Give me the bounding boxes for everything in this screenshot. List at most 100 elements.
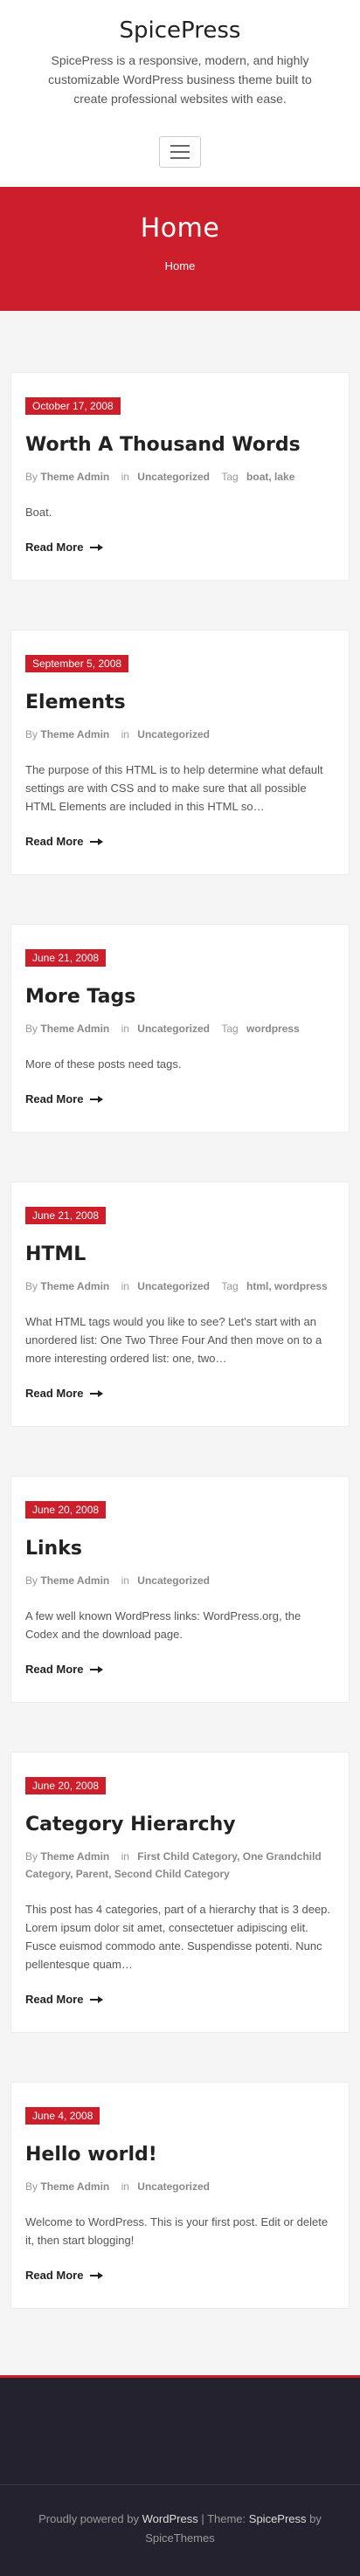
post-category-link[interactable]: Uncategorized [137, 728, 210, 740]
post-category-link[interactable]: Uncategorized [137, 1280, 210, 1292]
meta-in-label: in [121, 2180, 129, 2193]
read-more-link[interactable]: Read More [25, 835, 104, 848]
post-card: June 4, 2008 Hello world! By Theme Admin… [10, 2082, 350, 2309]
arrow-right-icon [90, 543, 104, 551]
post-card: June 20, 2008 Category Hierarchy By Them… [10, 1752, 350, 2033]
post-date[interactable]: June 20, 2008 [25, 1777, 107, 1794]
meta-in-label: in [121, 471, 129, 483]
read-more-link[interactable]: Read More [25, 1092, 104, 1105]
read-more-label: Read More [25, 1993, 84, 2006]
page-title: Home [140, 213, 220, 244]
arrow-right-icon [90, 2271, 104, 2279]
footer-author: SpiceThemes [145, 2531, 215, 2545]
meta-by-label: By [25, 1023, 38, 1035]
arrow-right-icon [90, 1389, 104, 1397]
footer-divider [0, 2484, 360, 2485]
post-card: June 20, 2008 Links By Theme Admin in Un… [10, 1476, 350, 1703]
meta-in-label: in [121, 1023, 129, 1035]
arrow-right-icon [90, 1995, 104, 2003]
meta-tag-label: Tag [221, 471, 239, 483]
page-banner: Home Home [0, 187, 360, 311]
meta-in-label: in [121, 728, 129, 740]
footer-prefix: Proudly powered by [38, 2512, 140, 2525]
post-card: September 5, 2008 Elements By Theme Admi… [10, 630, 350, 875]
post-meta: By Theme Admin in Uncategorized Tag html… [25, 1278, 335, 1295]
post-date[interactable]: June 21, 2008 [25, 949, 107, 967]
read-more-link[interactable]: Read More [25, 2269, 104, 2282]
post-meta: By Theme Admin in Uncategorized Tag boat… [25, 468, 335, 486]
post-excerpt: This post has 4 categories, part of a hi… [25, 1903, 331, 1971]
post-meta: By Theme Admin in Uncategorized [25, 2178, 335, 2195]
read-more-label: Read More [25, 541, 84, 554]
read-more-link[interactable]: Read More [25, 1993, 104, 2006]
meta-tag-label: Tag [221, 1023, 239, 1035]
post-title[interactable]: Worth A Thousand Words [25, 434, 335, 456]
post-author-link[interactable]: Theme Admin [40, 728, 109, 740]
post-meta: By Theme Admin in First Child Category, … [25, 1848, 335, 1883]
post-date[interactable]: June 4, 2008 [25, 2107, 100, 2125]
read-more-link[interactable]: Read More [25, 1387, 104, 1400]
post-list: October 17, 2008 Worth A Thousand Words … [0, 311, 360, 2375]
post-card: June 21, 2008 HTML By Theme Admin in Unc… [10, 1181, 350, 1427]
read-more-label: Read More [25, 2269, 84, 2282]
post-author-link[interactable]: Theme Admin [40, 1850, 109, 1863]
site-title[interactable]: SpicePress [17, 17, 343, 44]
read-more-label: Read More [25, 1387, 84, 1400]
post-title[interactable]: Hello world! [25, 2144, 335, 2166]
footer-theme-link[interactable]: SpicePress [249, 2512, 307, 2525]
read-more-label: Read More [25, 1092, 84, 1105]
meta-by-label: By [25, 728, 38, 740]
post-excerpt: More of these posts need tags. [25, 1057, 182, 1071]
meta-in-label: in [121, 1850, 129, 1863]
post-tags-link[interactable]: boat, lake [246, 471, 294, 483]
post-author-link[interactable]: Theme Admin [40, 1280, 109, 1292]
post-excerpt: A few well known WordPress links: WordPr… [25, 1609, 301, 1641]
post-tags-link[interactable]: html, wordpress [246, 1280, 328, 1292]
site-footer: Proudly powered by WordPress | Theme: Sp… [0, 2375, 360, 2576]
meta-by-label: By [25, 1850, 38, 1863]
meta-by-label: By [25, 1574, 38, 1587]
footer-by-label: by [309, 2512, 322, 2525]
post-author-link[interactable]: Theme Admin [40, 471, 109, 483]
arrow-right-icon [90, 837, 104, 845]
post-excerpt: What HTML tags would you like to see? Le… [25, 1315, 322, 1365]
read-more-link[interactable]: Read More [25, 541, 104, 554]
footer-theme-label: | Theme: [201, 2512, 246, 2525]
site-description: SpicePress is a responsive, modern, and … [48, 53, 312, 106]
meta-by-label: By [25, 1280, 38, 1292]
post-title[interactable]: Elements [25, 692, 335, 713]
post-title[interactable]: HTML [25, 1243, 335, 1265]
meta-tag-label: Tag [221, 1280, 239, 1292]
post-date[interactable]: June 20, 2008 [25, 1501, 107, 1519]
meta-in-label: in [121, 1574, 129, 1587]
post-date[interactable]: October 17, 2008 [25, 397, 121, 415]
post-title[interactable]: Links [25, 1538, 335, 1560]
post-author-link[interactable]: Theme Admin [40, 1574, 109, 1587]
post-title[interactable]: More Tags [25, 986, 335, 1008]
post-category-link[interactable]: Uncategorized [137, 471, 210, 483]
post-category-link[interactable]: Uncategorized [137, 2180, 210, 2193]
post-category-link[interactable]: Uncategorized [137, 1574, 210, 1587]
post-tags-link[interactable]: wordpress [246, 1023, 300, 1035]
post-date[interactable]: September 5, 2008 [25, 655, 129, 672]
site-header: SpicePress SpicePress is a responsive, m… [0, 0, 360, 187]
meta-by-label: By [25, 2180, 38, 2193]
post-title[interactable]: Category Hierarchy [25, 1814, 335, 1836]
meta-by-label: By [25, 471, 38, 483]
post-author-link[interactable]: Theme Admin [40, 2180, 109, 2193]
meta-in-label: in [121, 1280, 129, 1292]
post-category-link[interactable]: Uncategorized [137, 1023, 210, 1035]
post-excerpt: Welcome to WordPress. This is your first… [25, 2215, 329, 2247]
menu-toggle-button[interactable] [159, 136, 201, 168]
hamburger-icon-bar [170, 157, 190, 159]
post-date[interactable]: June 21, 2008 [25, 1207, 107, 1224]
breadcrumb[interactable]: Home [0, 259, 360, 272]
footer-wordpress-link[interactable]: WordPress [142, 2512, 198, 2525]
arrow-right-icon [90, 1665, 104, 1673]
hamburger-icon-bar [170, 145, 190, 147]
read-more-link[interactable]: Read More [25, 1663, 104, 1676]
post-meta: By Theme Admin in Uncategorized [25, 1572, 335, 1589]
post-author-link[interactable]: Theme Admin [40, 1023, 109, 1035]
footer-credits: Proudly powered by WordPress | Theme: Sp… [0, 2510, 360, 2548]
post-meta: By Theme Admin in Uncategorized [25, 726, 335, 743]
